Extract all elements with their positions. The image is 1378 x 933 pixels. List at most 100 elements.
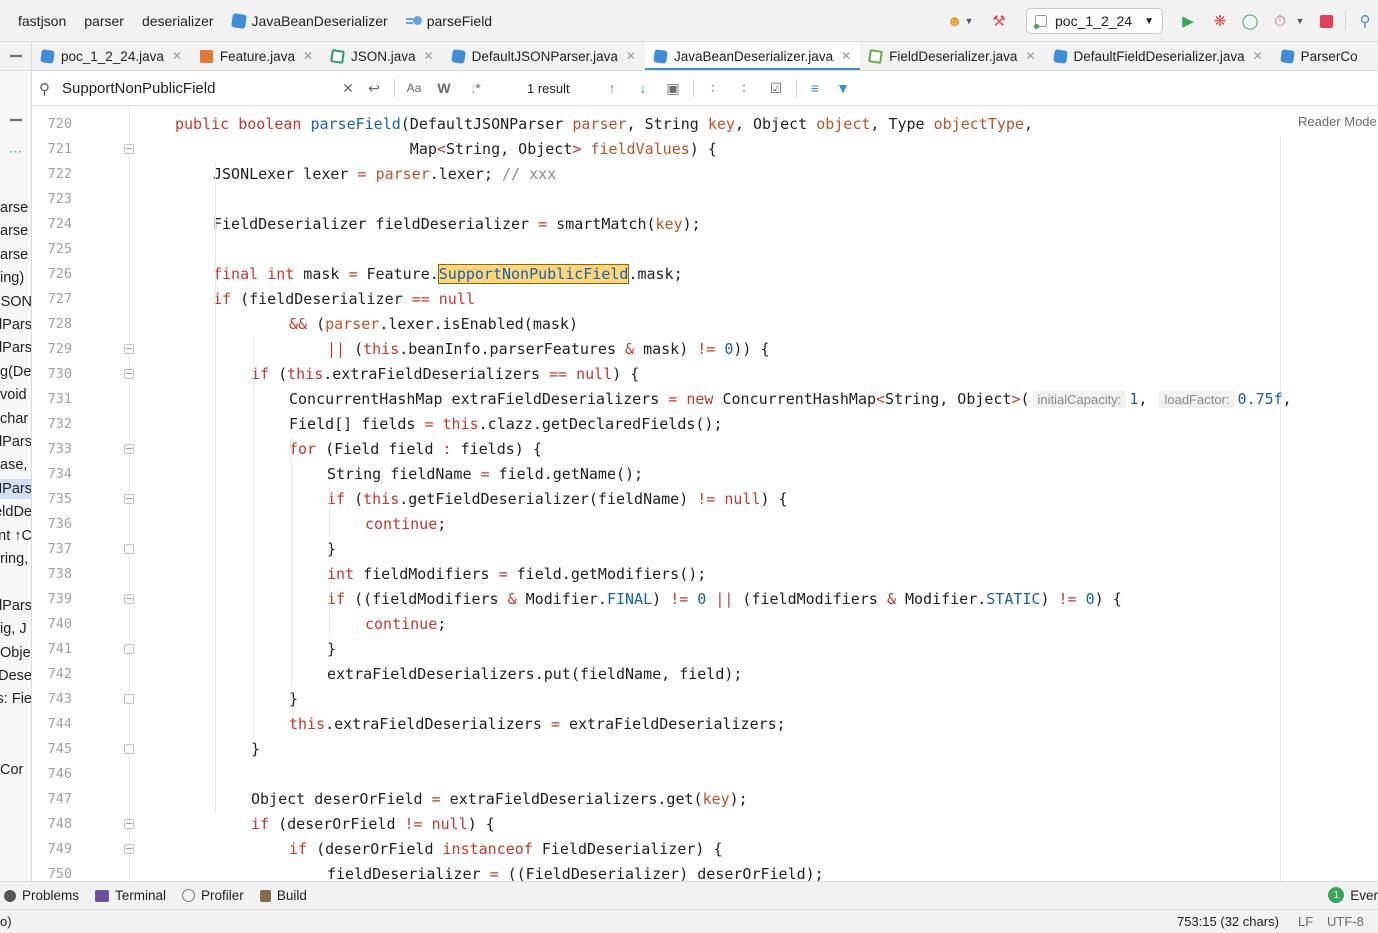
fold-collapse-icon[interactable]: [124, 594, 134, 604]
search-icon[interactable]: ⚲: [1352, 8, 1378, 34]
user-icon[interactable]: ☻ ▼: [942, 8, 978, 34]
line-number[interactable]: 725: [32, 241, 72, 257]
code-line[interactable]: }: [327, 637, 336, 662]
line-number[interactable]: 720: [32, 116, 72, 132]
project-tree-row[interactable]: lPars: [0, 315, 31, 335]
project-tree-row[interactable]: nt ↑C: [0, 526, 31, 546]
line-number[interactable]: 744: [32, 716, 72, 732]
line-number[interactable]: 737: [32, 541, 72, 557]
project-tree-row[interactable]: NPars: [0, 478, 31, 499]
line-number[interactable]: 730: [32, 366, 72, 382]
filter-icon[interactable]: ▼: [833, 78, 853, 98]
code-line[interactable]: ConcurrentHashMap extraFieldDeserializer…: [289, 387, 1292, 412]
line-number[interactable]: 742: [32, 666, 72, 682]
project-tree-row[interactable]: JSON: [0, 292, 31, 312]
project-tree-row[interactable]: ring,: [0, 549, 31, 569]
project-tree-row[interactable]: lPars: [0, 596, 31, 616]
coverage-icon[interactable]: ◯: [1237, 8, 1263, 34]
breadcrumb-package-parser[interactable]: parser: [75, 0, 133, 42]
tab-field-deserializer[interactable]: FieldDeserializer.java ✕: [860, 42, 1044, 70]
line-number-gutter[interactable]: 720 721 722 723 724 725 726 727 728 729 730 731 732 7…: [32, 106, 134, 881]
profiler-tool-button[interactable]: Profiler: [182, 888, 244, 903]
code-line[interactable]: if (deserOrField != null) {: [251, 812, 495, 837]
in-selection-icon[interactable]: ≡: [804, 78, 826, 98]
code-line[interactable]: fieldDeserializer = ((FieldDeserializer)…: [327, 862, 824, 881]
code-line[interactable]: }: [289, 687, 298, 712]
line-number[interactable]: 723: [32, 191, 72, 207]
select-all-occurrences-icon[interactable]: ▣: [663, 78, 683, 98]
code-line[interactable]: Field[] fields = this.clazz.getDeclaredF…: [289, 412, 723, 437]
project-tree-row[interactable]: arse: [0, 245, 31, 265]
line-number[interactable]: 750: [32, 866, 72, 881]
line-number[interactable]: 739: [32, 591, 72, 607]
line-number[interactable]: 732: [32, 416, 72, 432]
code-line[interactable]: extraFieldDeserializers.put(fieldName, f…: [327, 662, 742, 687]
line-number[interactable]: 726: [32, 266, 72, 282]
code-line[interactable]: if (this.extraFieldDeserializers == null…: [251, 362, 639, 387]
file-encoding[interactable]: UTF-8: [1327, 914, 1364, 929]
project-tree-row[interactable]: Dese: [0, 666, 31, 686]
project-tree-row[interactable]: Obje: [0, 643, 31, 663]
project-tree-row[interactable]: lPars: [0, 338, 31, 358]
stop-icon[interactable]: [1313, 8, 1339, 34]
line-number[interactable]: 729: [32, 341, 72, 357]
project-tree-row[interactable]: ing): [0, 268, 31, 288]
event-log-button[interactable]: 1 Ever: [1328, 887, 1378, 903]
line-number[interactable]: 734: [32, 466, 72, 482]
line-number[interactable]: 736: [32, 516, 72, 532]
project-tree-row[interactable]: arse: [0, 221, 31, 241]
tab-java-bean-deserializer[interactable]: JavaBeanDeserializer.java ✕: [644, 42, 861, 70]
code-line[interactable]: if (fieldDeserializer == null: [213, 287, 475, 312]
code-editor[interactable]: 720 721 722 723 724 725 726 727 728 729 730 731 732 7…: [32, 106, 1378, 881]
project-tree-row[interactable]: Cor: [0, 760, 31, 780]
tab-poc-1-2-24[interactable]: poc_1_2_24.java ✕: [32, 42, 191, 70]
fold-collapse-icon[interactable]: [124, 819, 134, 829]
previous-occurrence-icon[interactable]: ↑: [602, 78, 622, 98]
add-selection-icon[interactable]: ∶: [702, 78, 724, 98]
reader-mode-button[interactable]: Reader Mode: [1298, 114, 1377, 129]
close-icon[interactable]: ✕: [841, 49, 851, 63]
tab-json[interactable]: JSON.java ✕: [322, 42, 443, 70]
code-line[interactable]: if (this.getFieldDeserializer(fieldName)…: [327, 487, 788, 512]
code-line[interactable]: FieldDeserializer fieldDeserializer = sm…: [213, 212, 701, 237]
next-occurrence-icon[interactable]: ↓: [633, 78, 653, 98]
close-icon[interactable]: ✕: [303, 49, 313, 63]
fold-end-icon[interactable]: [124, 644, 134, 654]
code-line[interactable]: continue;: [365, 512, 446, 537]
line-number[interactable]: 741: [32, 641, 72, 657]
caret-position[interactable]: 753:15 (32 chars): [1177, 914, 1279, 929]
run-icon[interactable]: ▶: [1175, 8, 1201, 34]
close-icon[interactable]: ✕: [1025, 49, 1035, 63]
fold-collapse-icon[interactable]: [124, 444, 134, 454]
breadcrumb-package-deserializer[interactable]: deserializer: [133, 0, 223, 42]
code-line[interactable]: if (deserOrField instanceof FieldDeseria…: [289, 837, 723, 862]
exclude-occurrence-icon[interactable]: ☑: [764, 78, 788, 98]
breadcrumb-class[interactable]: JavaBeanDeserializer: [223, 0, 397, 42]
line-number[interactable]: 721: [32, 141, 72, 157]
whole-words-toggle[interactable]: W: [434, 78, 454, 98]
code-line[interactable]: continue;: [365, 612, 446, 637]
code-line[interactable]: public boolean parseField(DefaultJSONPar…: [175, 112, 1033, 137]
tab-default-field-deserializer[interactable]: DefaultFieldDeserializer.java ✕: [1045, 42, 1272, 70]
code-line[interactable]: }: [327, 537, 336, 562]
remove-selection-icon[interactable]: ∶: [733, 78, 755, 98]
more-icon[interactable]: ⋯: [9, 144, 23, 160]
code-line[interactable]: }: [251, 737, 260, 762]
code-line[interactable]: JSONLexer lexer = parser.lexer; // xxx: [213, 162, 556, 187]
search-icon[interactable]: ⚲: [39, 80, 50, 98]
line-number[interactable]: 745: [32, 741, 72, 757]
line-number[interactable]: 733: [32, 441, 72, 457]
profile-icon[interactable]: ⏱: [1267, 8, 1293, 34]
fold-collapse-icon[interactable]: [124, 344, 134, 354]
line-number[interactable]: 731: [32, 391, 72, 407]
fold-end-icon[interactable]: [124, 744, 134, 754]
project-tree-row[interactable]: s: Fie: [0, 689, 31, 709]
close-icon[interactable]: ✕: [1253, 49, 1263, 63]
project-tree-row[interactable]: lPars: [0, 432, 31, 452]
fold-collapse-icon[interactable]: [124, 844, 134, 854]
tab-parser-config[interactable]: ParserCo: [1272, 42, 1367, 70]
close-icon[interactable]: ✕: [172, 49, 182, 63]
line-number[interactable]: 746: [32, 766, 72, 782]
fold-collapse-icon[interactable]: [124, 369, 134, 379]
fold-end-icon[interactable]: [124, 544, 134, 554]
